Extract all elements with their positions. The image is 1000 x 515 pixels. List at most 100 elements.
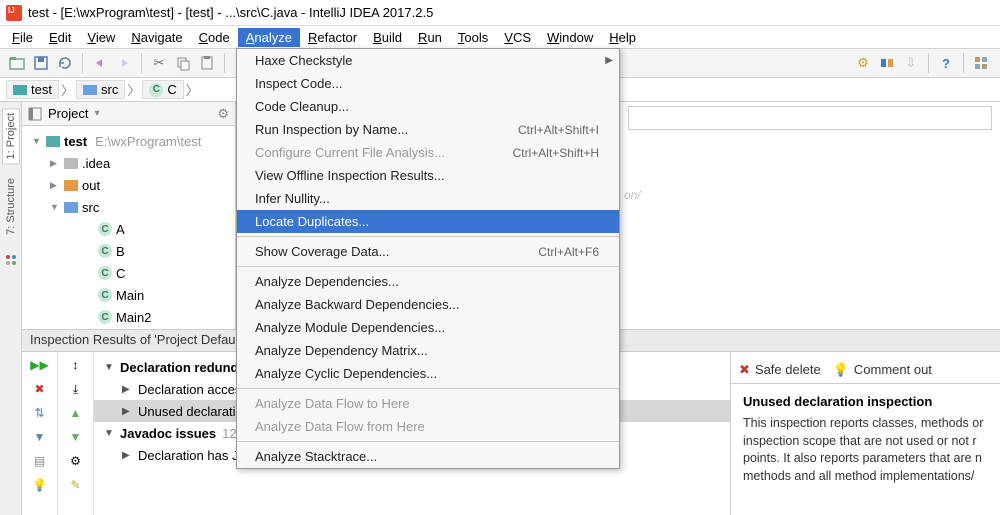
tree-item[interactable]: CC bbox=[22, 262, 235, 284]
menu-item[interactable]: View Offline Inspection Results... bbox=[237, 164, 619, 187]
panel-title: Project bbox=[48, 106, 88, 121]
tree-item[interactable]: CMain bbox=[22, 284, 235, 306]
breadcrumb-item[interactable]: test bbox=[6, 80, 59, 99]
class-icon: C bbox=[98, 288, 112, 302]
debug-config-icon[interactable] bbox=[876, 52, 898, 74]
menu-vcs[interactable]: VCS bbox=[496, 28, 539, 47]
menu-item[interactable]: Analyze Cyclic Dependencies... bbox=[237, 362, 619, 385]
tree-item[interactable]: ▶out bbox=[22, 174, 235, 196]
collapse-icon[interactable]: ↕ bbox=[67, 356, 85, 374]
next-icon[interactable]: ▼ bbox=[67, 428, 85, 446]
menu-analyze[interactable]: Analyze bbox=[238, 28, 300, 47]
folder-icon bbox=[64, 202, 78, 213]
menu-item[interactable]: Analyze Dependencies... bbox=[237, 270, 619, 293]
folder-icon bbox=[83, 85, 97, 95]
tab-structure[interactable]: 7: Structure bbox=[3, 174, 19, 239]
class-icon: C bbox=[98, 244, 112, 258]
folder-icon bbox=[13, 85, 27, 95]
run-config-icon[interactable]: ⚙ bbox=[852, 52, 874, 74]
breadcrumb-item[interactable]: src bbox=[76, 80, 125, 99]
structure-dots-icon bbox=[4, 253, 18, 267]
menu-item[interactable]: Locate Duplicates... bbox=[237, 210, 619, 233]
save-icon[interactable] bbox=[30, 52, 52, 74]
inspection-description: This inspection reports classes, methods… bbox=[731, 415, 1000, 485]
class-icon: C bbox=[98, 222, 112, 236]
menu-item[interactable]: Analyze Dependency Matrix... bbox=[237, 339, 619, 362]
menu-item[interactable]: Show Coverage Data...Ctrl+Alt+F6 bbox=[237, 240, 619, 263]
menubar: FileEditViewNavigateCodeAnalyzeRefactorB… bbox=[0, 26, 1000, 48]
menu-item[interactable]: Haxe Checkstyle▶ bbox=[237, 49, 619, 72]
prev-icon[interactable]: ▲ bbox=[67, 404, 85, 422]
menu-window[interactable]: Window bbox=[539, 28, 601, 47]
editor-hint: on/ bbox=[624, 188, 641, 202]
class-icon: C bbox=[98, 266, 112, 280]
gear-icon[interactable]: ⚙ bbox=[217, 106, 229, 122]
tree-root[interactable]: ▼ test E:\wxProgram\test bbox=[22, 130, 235, 152]
class-icon: C bbox=[98, 310, 112, 324]
menu-help[interactable]: Help bbox=[601, 28, 644, 47]
menu-item[interactable]: Infer Nullity... bbox=[237, 187, 619, 210]
menu-item[interactable]: Analyze Backward Dependencies... bbox=[237, 293, 619, 316]
cut-icon[interactable]: ✂ bbox=[148, 52, 170, 74]
menu-item[interactable]: Code Cleanup... bbox=[237, 95, 619, 118]
menu-item: Analyze Data Flow from Here bbox=[237, 415, 619, 438]
menu-build[interactable]: Build bbox=[365, 28, 410, 47]
menu-item[interactable]: Analyze Stacktrace... bbox=[237, 445, 619, 468]
inspection-title: Unused declaration inspection bbox=[731, 384, 1000, 415]
panel-icon bbox=[28, 107, 42, 121]
delete-icon: ✖ bbox=[739, 362, 750, 378]
menu-code[interactable]: Code bbox=[191, 28, 238, 47]
tree-item[interactable]: ▼src bbox=[22, 196, 235, 218]
close-icon[interactable]: ✖ bbox=[31, 380, 49, 398]
class-icon: C bbox=[149, 83, 163, 97]
tree-item[interactable]: CB bbox=[22, 240, 235, 262]
paste-icon[interactable] bbox=[196, 52, 218, 74]
menu-view[interactable]: View bbox=[79, 28, 123, 47]
refresh-icon[interactable] bbox=[54, 52, 76, 74]
filter-icon[interactable]: ▼ bbox=[31, 428, 49, 446]
chevron-right-icon: 〉 bbox=[186, 80, 199, 99]
menu-navigate[interactable]: Navigate bbox=[123, 28, 190, 47]
menu-tools[interactable]: Tools bbox=[450, 28, 496, 47]
edit-settings-icon[interactable]: ✎ bbox=[67, 476, 85, 494]
module-icon bbox=[46, 136, 60, 147]
settings-icon[interactable]: ⚙ bbox=[67, 452, 85, 470]
autofix-icon[interactable]: 💡 bbox=[31, 476, 49, 494]
menu-refactor[interactable]: Refactor bbox=[300, 28, 365, 47]
chevron-right-icon: 〉 bbox=[127, 80, 140, 99]
inspection-side: ✖Safe delete 💡Comment out Unused declara… bbox=[730, 330, 1000, 515]
chevron-right-icon: 〉 bbox=[61, 80, 74, 99]
profiler-icon[interactable]: ⇩ bbox=[900, 52, 922, 74]
rerun-icon[interactable]: ▶▶ bbox=[31, 356, 49, 374]
menu-edit[interactable]: Edit bbox=[41, 28, 79, 47]
export-icon[interactable]: ⤓ bbox=[67, 380, 85, 398]
breadcrumb-item[interactable]: CC bbox=[142, 80, 183, 99]
analyze-menu: Haxe Checkstyle▶Inspect Code...Code Clea… bbox=[236, 48, 620, 469]
tree-item[interactable]: ▶.idea bbox=[22, 152, 235, 174]
expand-icon[interactable]: ⇅ bbox=[31, 404, 49, 422]
copy-icon[interactable] bbox=[172, 52, 194, 74]
group-icon[interactable]: ▤ bbox=[31, 452, 49, 470]
menu-item[interactable]: Analyze Module Dependencies... bbox=[237, 316, 619, 339]
menu-file[interactable]: File bbox=[4, 28, 41, 47]
tree-item[interactable]: CA bbox=[22, 218, 235, 240]
menu-item[interactable]: Run Inspection by Name...Ctrl+Alt+Shift+… bbox=[237, 118, 619, 141]
tree-item[interactable]: CMain2 bbox=[22, 306, 235, 328]
folder-icon bbox=[64, 158, 78, 169]
tab-project[interactable]: 1: Project bbox=[2, 108, 20, 164]
redo-icon[interactable] bbox=[113, 52, 135, 74]
menu-run[interactable]: Run bbox=[410, 28, 450, 47]
folder-icon bbox=[64, 180, 78, 191]
window-title: test - [E:\wxProgram\test] - [test] - ..… bbox=[28, 5, 433, 20]
safe-delete-button[interactable]: ✖Safe delete bbox=[739, 362, 821, 378]
bulb-icon: 💡 bbox=[833, 362, 849, 378]
open-icon[interactable] bbox=[6, 52, 28, 74]
tool-window-stripe: 1: Project 7: Structure bbox=[0, 102, 22, 515]
chevron-down-icon[interactable]: ▾ bbox=[94, 108, 99, 119]
editor-header-strip bbox=[628, 106, 992, 130]
help-icon[interactable]: ? bbox=[935, 52, 957, 74]
comment-out-button[interactable]: 💡Comment out bbox=[833, 362, 932, 378]
undo-icon[interactable] bbox=[89, 52, 111, 74]
search-everywhere-icon[interactable] bbox=[970, 52, 992, 74]
menu-item[interactable]: Inspect Code... bbox=[237, 72, 619, 95]
